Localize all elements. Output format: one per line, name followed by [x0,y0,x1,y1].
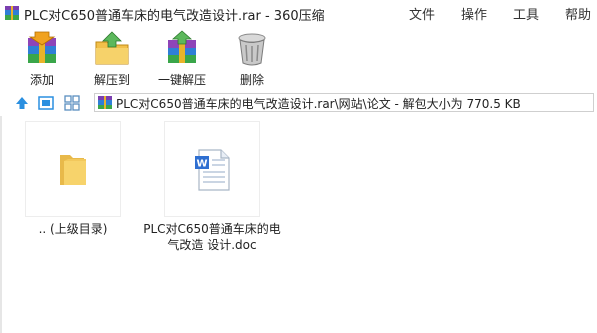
menu-operation[interactable]: 操作 [461,4,487,23]
extract-to-icon [95,31,129,65]
delete-label: 删除 [239,73,264,87]
doc-file-label: PLC对C650普通车床的电 气改造 设计.doc [137,221,287,253]
doc-file-item[interactable]: W [164,121,260,217]
delete-trash-icon [238,33,266,66]
doc-file-label-line2: 气改造 设计.doc [167,238,257,252]
file-list: .. (上级目录) W PLC对C650普通车床的电 气改造 设计.doc [0,116,597,333]
parent-directory-item[interactable] [25,121,121,217]
menu-help[interactable]: 帮助 [565,4,591,23]
extract-to-button[interactable]: 解压到 [77,26,147,90]
address-path: PLC对C650普通车床的电气改造设计.rar\网站\论文 - 解包大小为 77… [116,97,521,111]
rar-archive-icon [5,6,19,20]
add-label: 添加 [29,73,54,87]
title-bar: PLC对C650普通车床的电气改造设计.rar - 360压缩 文件 操作 工具… [0,0,597,26]
doc-file-label-line1: PLC对C650普通车床的电 [143,222,281,236]
up-arrow-icon[interactable] [14,95,30,111]
window-title: PLC对C650普通车床的电气改造设计.rar - 360压缩 [24,9,325,24]
delete-button[interactable]: 删除 [217,26,287,90]
address-field[interactable]: PLC对C650普通车床的电气改造设计.rar\网站\论文 - 解包大小为 77… [94,93,594,112]
toolbar: 添加 解压到 一键解压 删除 [0,26,597,90]
rar-archive-icon [98,96,112,109]
one-click-extract-label: 一键解压 [157,73,206,87]
left-border [0,116,2,333]
menu-file[interactable]: 文件 [409,4,435,23]
extract-to-label: 解压到 [93,73,130,87]
menu-tools[interactable]: 工具 [513,4,539,23]
parent-directory-label: .. (上级目录) [38,222,108,236]
svg-text:W: W [196,159,207,170]
address-bar: PLC对C650普通车床的电气改造设计.rar\网站\论文 - 解包大小为 77… [0,91,597,115]
add-button[interactable]: 添加 [7,26,77,90]
folder-icon [60,155,86,185]
add-archive-icon [28,31,56,63]
one-click-extract-button[interactable]: 一键解压 [147,26,217,90]
grid-view-icon[interactable] [64,95,80,111]
large-icon-view-icon[interactable] [38,95,54,111]
word-doc-icon: W [195,149,230,191]
one-click-extract-icon [168,30,196,63]
